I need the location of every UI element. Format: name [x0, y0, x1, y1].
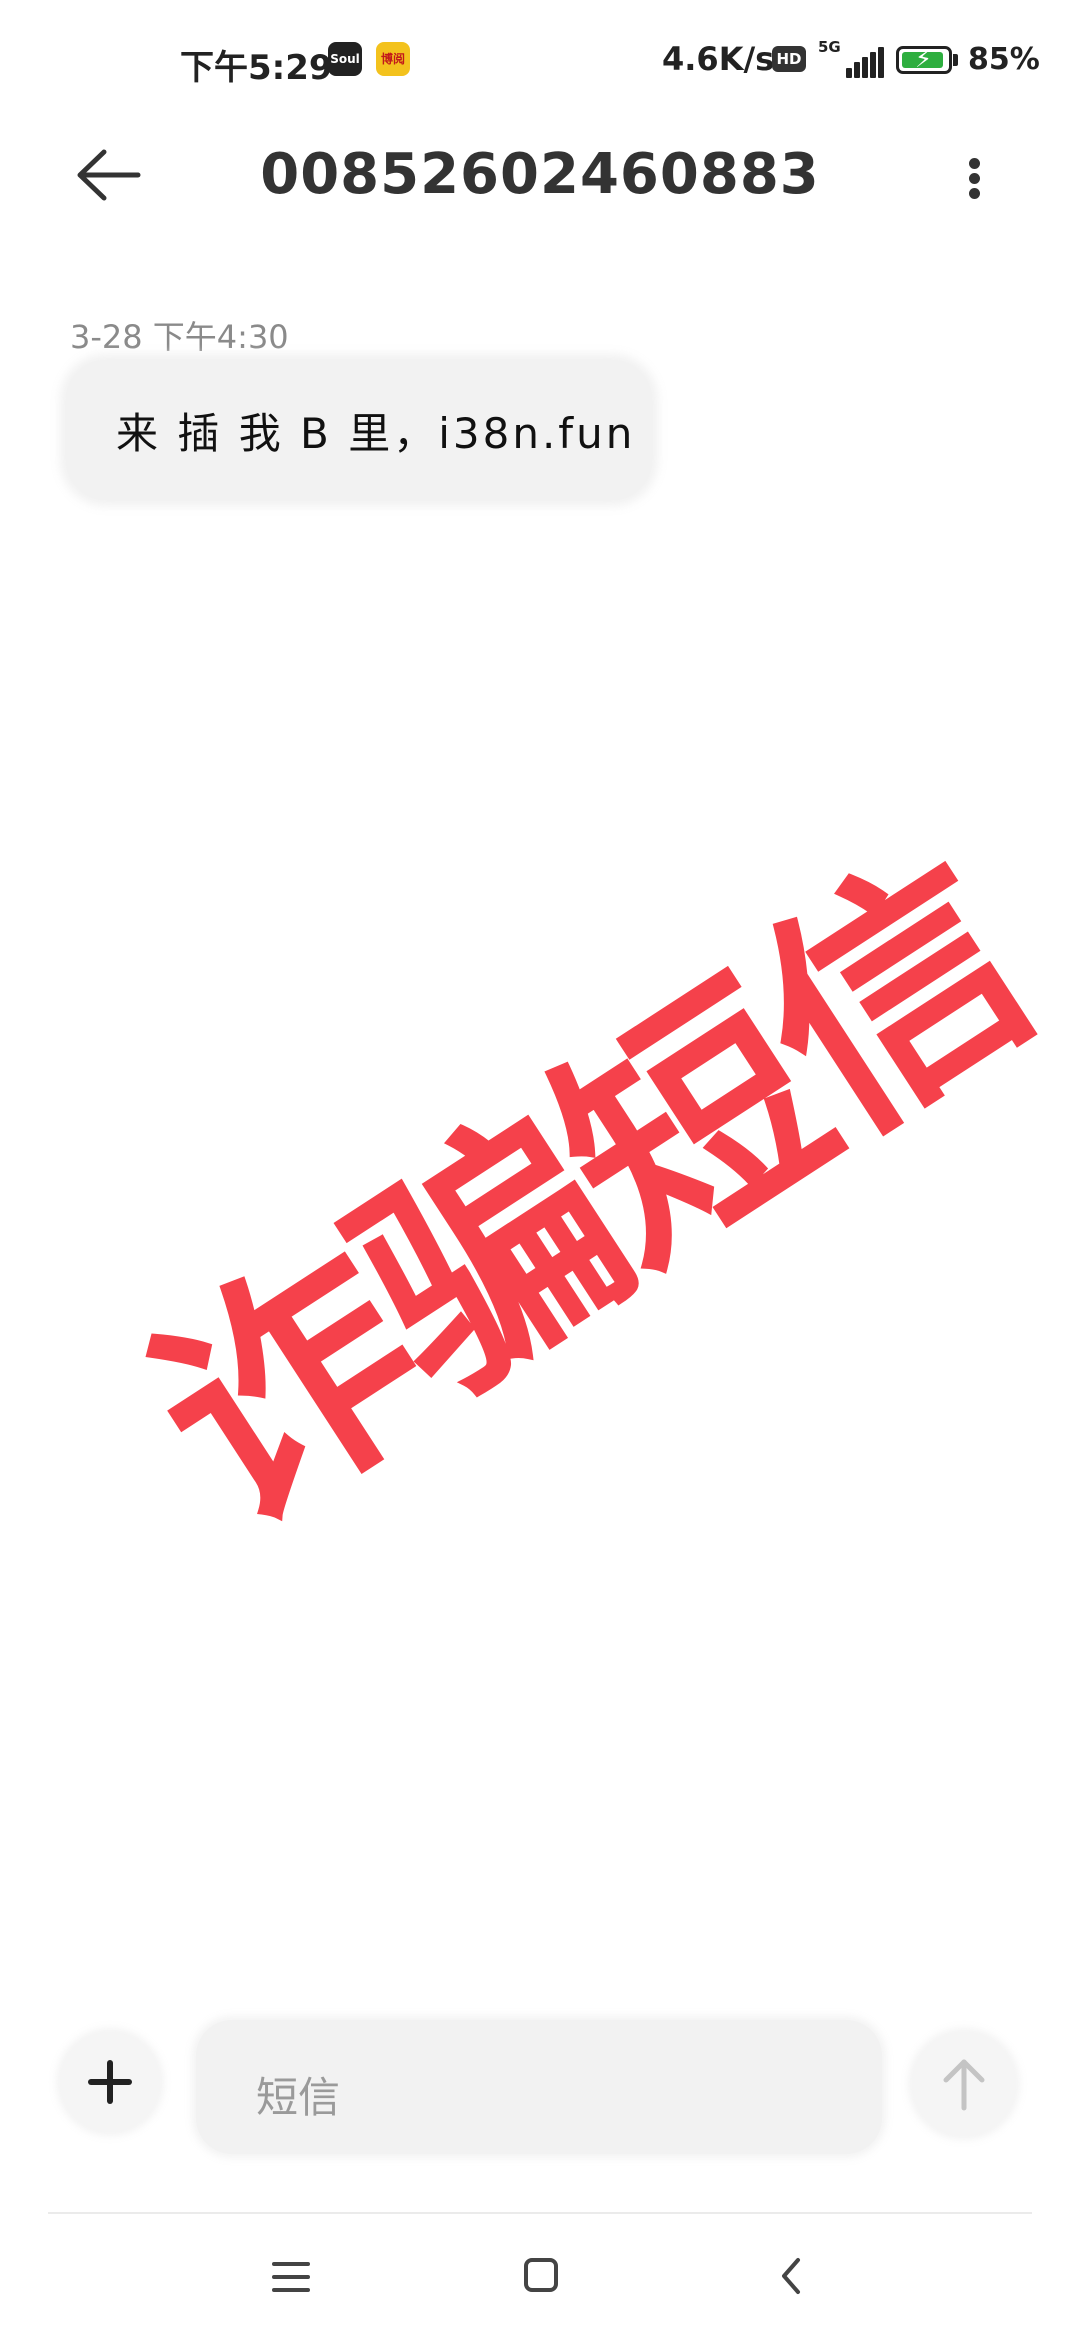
message-timestamp: 3-28 下午4:30: [70, 318, 289, 356]
back-icon[interactable]: [776, 2256, 806, 2296]
hd-icon: HD: [772, 46, 806, 72]
contact-number-title: 00852602460883: [260, 142, 820, 207]
send-button[interactable]: [912, 2032, 1016, 2136]
boyue-app-icon: 博阅: [376, 42, 410, 76]
home-icon[interactable]: [524, 2258, 558, 2292]
scam-warning-stamp: 诈骗短信: [59, 752, 1071, 1578]
vertical-ellipsis-icon[interactable]: [955, 140, 995, 210]
arrow-left-icon[interactable]: [60, 140, 150, 210]
arrow-up-icon: [943, 2059, 985, 2111]
network-speed: 4.6K/s: [662, 40, 775, 78]
status-bar: 下午5:29 Soul 博阅 4.6K/s HD 5G ⚡ 85%: [0, 0, 1080, 120]
status-time: 下午5:29: [180, 48, 333, 88]
battery-tip: [953, 54, 958, 66]
conversation-header: 00852602460883: [0, 120, 1080, 230]
battery-icon: ⚡: [896, 45, 952, 74]
network-type: 5G: [818, 38, 841, 56]
signal-icon: [840, 46, 886, 78]
message-input-placeholder: 短信: [256, 2073, 341, 2122]
soul-app-icon: Soul: [328, 42, 362, 76]
battery-percent: 85%: [968, 42, 1040, 77]
message-input[interactable]: 短信: [196, 2020, 882, 2154]
add-attachment-button[interactable]: [60, 2032, 160, 2132]
menu-icon[interactable]: [272, 2262, 310, 2292]
scam-warning-text: 诈骗短信: [107, 811, 1071, 1579]
message-text: 来 插 我 B 里，i38n.fun: [116, 409, 636, 458]
divider: [48, 2212, 1032, 2214]
message-bubble[interactable]: 来 插 我 B 里，i38n.fun: [66, 360, 652, 500]
